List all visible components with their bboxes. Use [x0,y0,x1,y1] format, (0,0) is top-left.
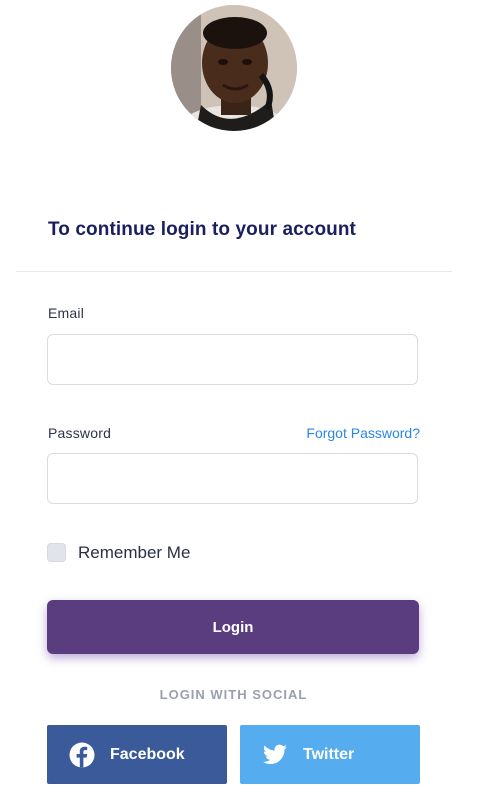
login-button[interactable]: Login [47,600,419,654]
facebook-label: Facebook [110,745,185,763]
facebook-login-button[interactable]: Facebook [47,725,227,784]
twitter-label: Twitter [303,745,355,763]
remember-me-label[interactable]: Remember Me [78,543,190,563]
page-title: To continue login to your account [48,219,356,240]
password-field[interactable] [47,453,418,504]
twitter-login-button[interactable]: Twitter [240,725,420,784]
email-label: Email [48,305,85,321]
avatar-photo [171,5,297,131]
twitter-icon [262,742,288,768]
forgot-password-link[interactable]: Forgot Password? [306,425,420,441]
password-label: Password [48,425,112,441]
remember-me-checkbox[interactable] [47,543,66,562]
facebook-icon [69,742,95,768]
user-avatar [171,5,297,131]
divider [16,271,452,272]
email-field[interactable] [47,334,418,385]
social-login-heading: LOGIN WITH SOCIAL [159,687,308,702]
